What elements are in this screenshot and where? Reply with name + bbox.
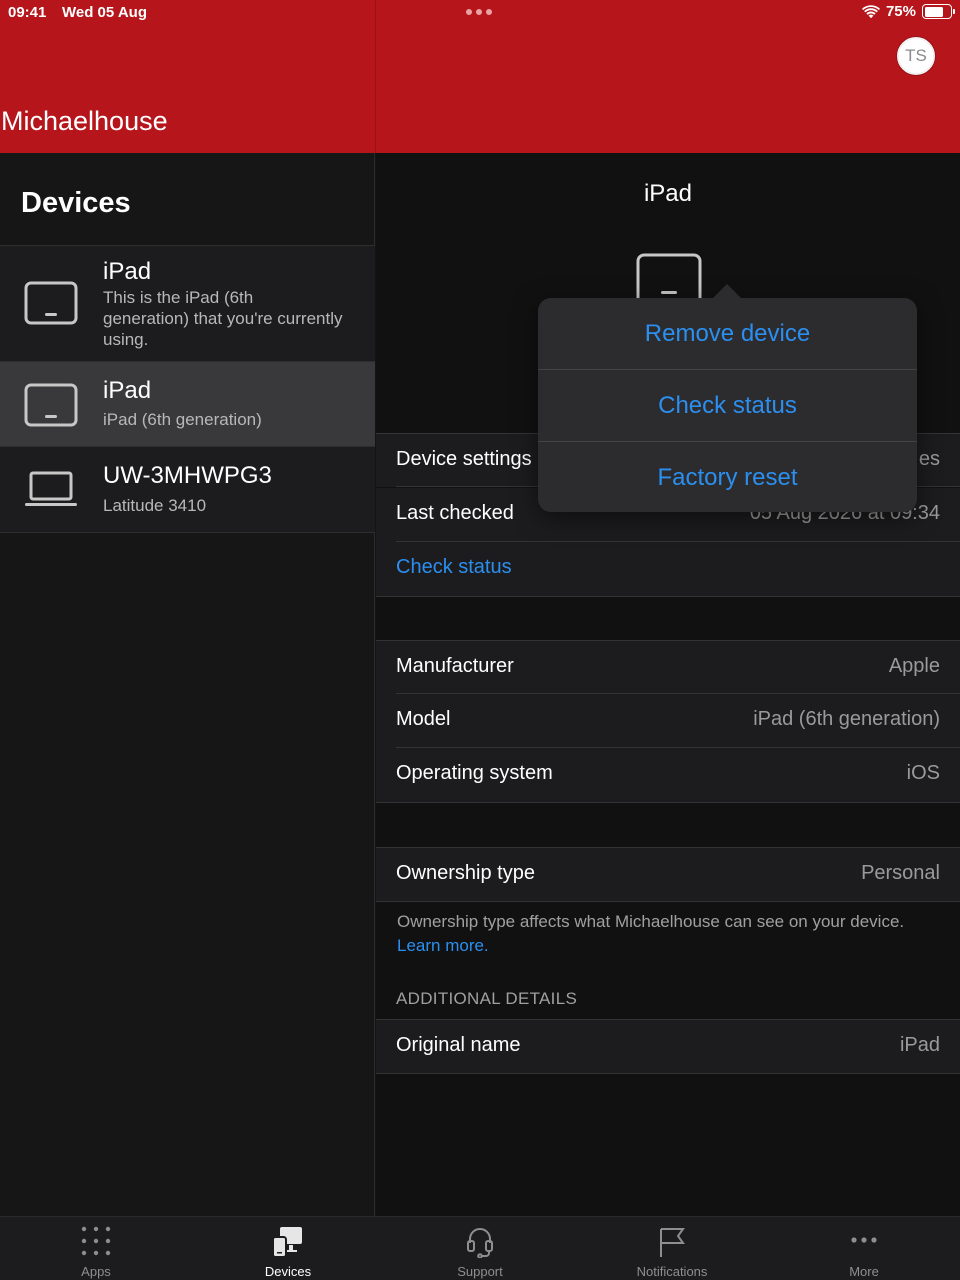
apps-grid-icon bbox=[81, 1226, 111, 1256]
device-subtitle: iPad (6th generation) bbox=[103, 410, 262, 429]
battery-icon bbox=[922, 4, 955, 19]
wifi-icon bbox=[861, 4, 880, 18]
headset-icon bbox=[467, 1228, 493, 1258]
tablet-icon bbox=[24, 383, 78, 427]
tab-more[interactable]: More bbox=[768, 1217, 960, 1280]
device-name: UW-3MHWPG3 bbox=[103, 462, 272, 489]
additional-details-header: ADDITIONAL DETAILS bbox=[396, 989, 578, 1008]
popover-arrow bbox=[712, 284, 742, 299]
tab-support[interactable]: Support bbox=[384, 1217, 576, 1280]
devices-icon bbox=[272, 1227, 302, 1258]
row-value: Personal bbox=[861, 862, 940, 884]
more-dots-icon bbox=[851, 1237, 877, 1243]
tab-devices[interactable]: Devices bbox=[192, 1217, 384, 1280]
tab-label: Apps bbox=[81, 1264, 111, 1279]
flag-icon bbox=[660, 1228, 685, 1257]
check-status-button[interactable]: Check status bbox=[538, 370, 917, 441]
device-name: iPad bbox=[103, 258, 152, 285]
battery-percentage: 75% bbox=[885, 3, 916, 20]
tab-bar: Apps Devices Support Notifications More bbox=[0, 1216, 960, 1280]
header-divider bbox=[375, 0, 376, 153]
check-status-row[interactable]: Check status bbox=[376, 542, 960, 596]
device-subtitle: Latitude 3410 bbox=[103, 496, 207, 515]
device-subtitle: This is the iPad (6th generation) that y… bbox=[103, 288, 343, 349]
row-label: Ownership type bbox=[396, 862, 535, 884]
status-date: Wed 05 Aug bbox=[62, 4, 148, 21]
laptop-icon bbox=[25, 471, 77, 506]
tablet-icon bbox=[24, 281, 78, 325]
remove-device-button[interactable]: Remove device bbox=[538, 298, 917, 369]
row-label: Device settings bbox=[396, 448, 532, 470]
tab-label: Devices bbox=[264, 1264, 312, 1279]
device-name: iPad bbox=[103, 377, 152, 404]
organization-name: Michaelhouse bbox=[1, 106, 168, 136]
device-list: iPad This is the iPad (6th generation) t… bbox=[0, 245, 375, 533]
app-header: 09:41 Wed 05 Aug 75% Michaelhouse TS bbox=[0, 0, 960, 153]
ownership-note-text: Ownership type affects what Michaelhouse… bbox=[397, 912, 905, 931]
multitasking-dots-icon[interactable] bbox=[466, 9, 492, 15]
tab-label: Notifications bbox=[636, 1264, 708, 1279]
row-value: iPad (6th generation) bbox=[753, 708, 940, 730]
manufacturer-row: Manufacturer Apple bbox=[376, 640, 960, 694]
status-time: 09:41 bbox=[8, 4, 47, 21]
row-label: Original name bbox=[396, 1034, 521, 1056]
tab-label: More bbox=[849, 1264, 879, 1279]
divider bbox=[376, 596, 960, 597]
ownership-type-row: Ownership type Personal bbox=[376, 847, 960, 901]
tab-apps[interactable]: Apps bbox=[0, 1217, 192, 1280]
device-actions-popover: Remove device Check status Factory reset bbox=[538, 284, 917, 513]
learn-more-link[interactable]: Learn more. bbox=[397, 936, 489, 955]
device-list-item-laptop[interactable]: UW-3MHWPG3 Latitude 3410 bbox=[0, 447, 375, 533]
tab-label: Support bbox=[457, 1264, 503, 1279]
check-status-link[interactable]: Check status bbox=[396, 556, 512, 579]
factory-reset-button[interactable]: Factory reset bbox=[538, 442, 917, 513]
row-value: es bbox=[918, 448, 940, 470]
operating-system-row: Operating system iOS bbox=[376, 748, 960, 802]
row-label: Last checked bbox=[396, 502, 514, 524]
device-list-item-current-ipad[interactable]: iPad This is the iPad (6th generation) t… bbox=[0, 246, 375, 362]
tab-notifications[interactable]: Notifications bbox=[576, 1217, 768, 1280]
battery-level bbox=[924, 6, 944, 17]
device-list-item-ipad[interactable]: iPad iPad (6th generation) bbox=[0, 362, 375, 447]
row-value: Apple bbox=[888, 655, 940, 677]
original-name-row: Original name iPad bbox=[376, 1019, 960, 1073]
row-label: Model bbox=[396, 708, 451, 730]
model-row: Model iPad (6th generation) bbox=[376, 694, 960, 748]
row-label: Operating system bbox=[396, 762, 553, 784]
ownership-footnote: Ownership type affects what Michaelhouse… bbox=[397, 910, 917, 958]
status-indicators: 75% bbox=[861, 3, 955, 20]
detail-title: iPad bbox=[643, 180, 693, 207]
page-title: Devices bbox=[21, 187, 131, 219]
user-avatar[interactable]: TS bbox=[897, 37, 935, 75]
row-label: Manufacturer bbox=[396, 655, 514, 677]
divider bbox=[376, 802, 960, 803]
row-value: iPad bbox=[899, 1034, 940, 1056]
divider bbox=[376, 901, 960, 902]
row-value: iOS bbox=[906, 762, 940, 784]
device-list-pane: Devices iPad This is the iPad (6th gener… bbox=[0, 153, 375, 1216]
divider bbox=[376, 1073, 960, 1074]
